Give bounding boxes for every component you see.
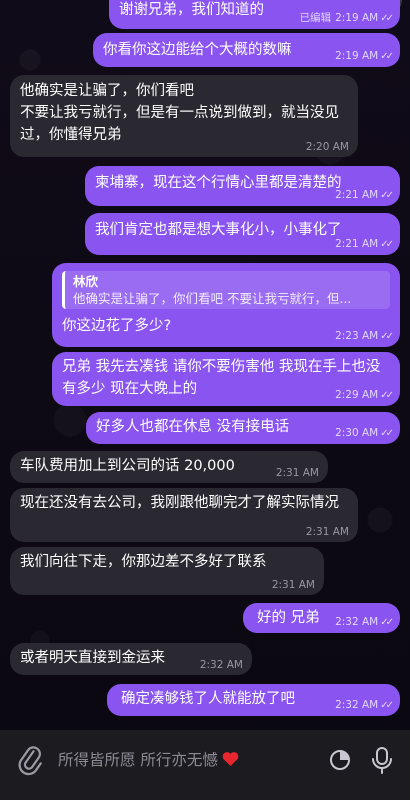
message-bubble[interactable]: 车队费用加上到公司的话 20,000 2:31 AM: [10, 451, 328, 483]
message-time: 2:19 AM: [335, 12, 379, 24]
message-composer: 所得皆所愿 所行亦无憾: [0, 730, 410, 800]
message-meta: 2:21 AM ✓✓: [335, 237, 394, 252]
message-bubble[interactable]: 现在还没有去公司，我刚跟他聊完才了解实际情况 2:31 AM: [10, 488, 358, 542]
microphone-icon: [372, 747, 392, 774]
message-time: 2:31 AM: [271, 579, 315, 591]
message-time: 2:19 AM: [335, 50, 379, 62]
message-bubble[interactable]: 柬埔寨，现在这个行情心里都是清楚的 2:21 AM ✓✓: [85, 166, 400, 206]
message-bubble[interactable]: 好多人也都在休息 没有接电话 2:30 AM ✓✓: [86, 412, 400, 444]
read-ticks-icon: ✓✓: [380, 428, 394, 439]
message-meta: 2:30 AM ✓✓: [335, 426, 394, 441]
message-bubble[interactable]: 林欣 他确实是让骗了，你们看吧 不要让我亏就行，但... 你这边花了多少? 2:…: [52, 263, 400, 347]
message-time: 2:32 AM: [199, 659, 243, 671]
message-time: 2:20 AM: [305, 141, 349, 153]
message-time: 2:30 AM: [335, 427, 379, 439]
reply-quote[interactable]: 林欣 他确实是让骗了，你们看吧 不要让我亏就行，但...: [62, 271, 390, 309]
read-ticks-icon: ✓✓: [380, 51, 394, 62]
read-ticks-icon: ✓✓: [380, 13, 394, 24]
read-ticks-icon: ✓✓: [380, 390, 394, 401]
message-text: 车队费用加上到公司的话 20,000: [20, 458, 235, 474]
message-meta: 2:23 AM ✓✓: [335, 329, 394, 344]
message-meta: 2:21 AM ✓✓: [335, 188, 394, 203]
message-bubble[interactable]: 谢谢兄弟，我们知道的 已编辑 2:19 AM ✓✓: [109, 0, 400, 29]
message-time: 2:31 AM: [275, 467, 319, 479]
message-time: 2:31 AM: [305, 526, 349, 538]
reply-text: 他确实是让骗了，你们看吧 不要让我亏就行，但...: [73, 291, 352, 306]
message-meta: 2:31 AM: [276, 466, 319, 480]
message-input-placeholder: 所得皆所愿 所行亦无憾: [58, 751, 218, 769]
message-time: 2:21 AM: [335, 189, 379, 201]
message-meta: 2:31 AM: [306, 525, 349, 539]
message-bubble[interactable]: 或者明天直接到金运来 2:32 AM: [10, 643, 252, 675]
message-meta: 2:29 AM ✓✓: [335, 388, 394, 403]
read-ticks-icon: ✓✓: [380, 239, 394, 250]
sticker-icon: [330, 750, 350, 770]
message-time: 2:32 AM: [335, 616, 379, 628]
message-meta: 2:32 AM: [200, 658, 243, 672]
message-list[interactable]: 谢谢兄弟，我们知道的 已编辑 2:19 AM ✓✓ 你看你这边能给个大概的数嘛 2:…: [0, 0, 410, 730]
message-meta: 已编辑 2:19 AM ✓✓: [299, 11, 394, 26]
edited-label: 已编辑: [299, 12, 332, 24]
message-time: 2:23 AM: [335, 330, 379, 342]
read-ticks-icon: ✓✓: [380, 331, 394, 342]
message-bubble[interactable]: 兄弟 我先去凑钱 请你不要伤害他 我现在手上也没有多少 现在大晚上的 2:29 …: [52, 352, 400, 406]
message-time: 2:29 AM: [335, 389, 379, 401]
message-text: 我们向往下走，你那边差不多好了联系: [20, 554, 267, 570]
message-bubble[interactable]: 我们肯定也都是想大事化小，小事化了 2:21 AM ✓✓: [85, 213, 400, 255]
reply-author: 林欣: [73, 274, 99, 289]
heart-emoji-icon: [222, 746, 239, 778]
read-ticks-icon: ✓✓: [380, 700, 394, 711]
voice-record-button[interactable]: [364, 740, 400, 780]
message-text: 现在还没有去公司，我刚跟他聊完才了解实际情况: [20, 495, 339, 511]
read-ticks-icon: ✓✓: [380, 617, 394, 628]
message-meta: 2:32 AM ✓✓: [335, 615, 394, 630]
message-meta: 2:19 AM ✓✓: [335, 49, 394, 64]
message-text: 他确实是让骗了，你们看吧 不要让我亏就行，但是有一点说到做到，就当没见过，你懂得…: [20, 83, 339, 143]
message-input[interactable]: 所得皆所愿 所行亦无憾: [58, 744, 313, 776]
message-bubble[interactable]: 好的 兄弟 2:32 AM ✓✓: [243, 603, 400, 633]
read-ticks-icon: ✓✓: [380, 190, 394, 201]
message-meta: 2:20 AM: [306, 140, 349, 154]
sticker-button[interactable]: [322, 742, 358, 778]
attach-button[interactable]: [10, 740, 50, 780]
message-bubble[interactable]: 确定凑够钱了人就能放了吧 2:32 AM ✓✓: [107, 684, 400, 716]
paperclip-icon: [18, 746, 42, 776]
message-bubble[interactable]: 你看你这边能给个大概的数嘛 2:19 AM ✓✓: [93, 33, 400, 67]
message-time: 2:32 AM: [335, 699, 379, 711]
message-meta: 2:31 AM: [272, 578, 315, 592]
message-bubble[interactable]: 我们向往下走，你那边差不多好了联系 2:31 AM: [10, 547, 324, 595]
message-meta: 2:32 AM ✓✓: [335, 698, 394, 713]
message-bubble[interactable]: 他确实是让骗了，你们看吧 不要让我亏就行，但是有一点说到做到，就当没见过，你懂得…: [10, 75, 358, 157]
message-time: 2:21 AM: [335, 238, 379, 250]
